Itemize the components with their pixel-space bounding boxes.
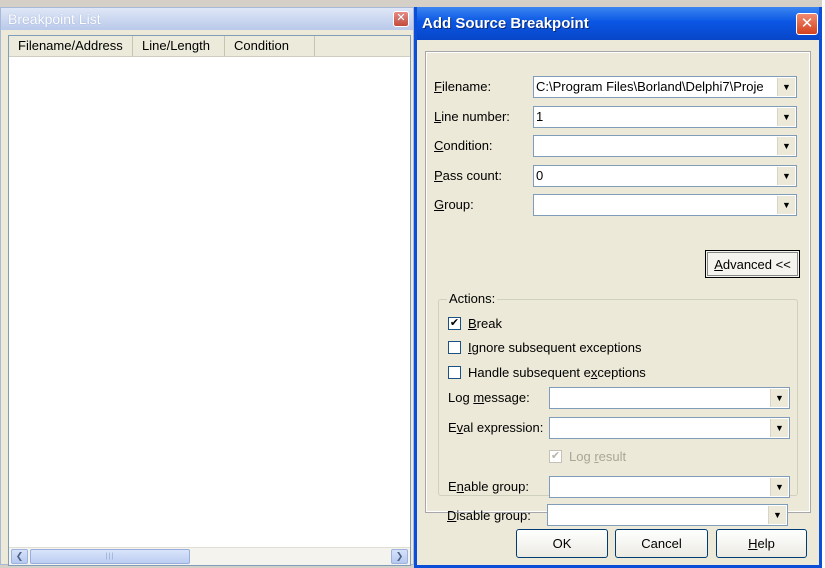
filename-combobox[interactable]: C:\Program Files\Borland\Delphi7\Proje ▼ [533, 76, 797, 98]
ignore-exceptions-label[interactable]: Ignore subsequent exceptions [468, 340, 641, 356]
log-result-checkbox[interactable]: ✔ [549, 450, 562, 463]
handle-exceptions-checkbox[interactable] [448, 366, 461, 379]
add-source-breakpoint-dialog: Add Source Breakpoint ✕ Filename: C:\Pro… [414, 7, 822, 568]
enable-group-label: Enable group: [448, 479, 529, 494]
cancel-button[interactable]: Cancel [615, 529, 708, 558]
chevron-right-icon: ❯ [395, 551, 404, 561]
column-header-line-length[interactable]: Line/Length [133, 36, 225, 56]
grip-icon: ||| [105, 553, 115, 560]
chevron-down-icon[interactable]: ▼ [777, 78, 795, 96]
disable-group-label: Disable group: [447, 508, 531, 523]
filename-label: Filename: [434, 79, 492, 94]
dialog-close-button[interactable]: ✕ [796, 13, 818, 35]
group-label: Group: [434, 197, 474, 212]
pass-count-label: Pass count: [434, 168, 502, 183]
chevron-down-icon[interactable]: ▼ [770, 478, 788, 496]
chevron-down-icon[interactable]: ▼ [768, 506, 786, 524]
ok-button[interactable]: OK [516, 529, 608, 558]
column-header-condition[interactable]: Condition [225, 36, 315, 56]
scroll-left-button[interactable]: ❮ [11, 549, 28, 564]
break-label[interactable]: Break [468, 316, 502, 332]
scroll-right-button[interactable]: ❯ [391, 549, 408, 564]
eval-expression-combobox[interactable]: ▼ [549, 417, 790, 439]
dialog-panel: Filename: C:\Program Files\Borland\Delph… [425, 51, 811, 523]
close-icon: ✕ [396, 12, 406, 24]
actions-groupbox: Actions: ✔ Break Ignore subsequent excep… [438, 291, 798, 498]
close-icon: ✕ [800, 15, 814, 32]
breakpoint-list-header: Filename/Address Line/Length Condition [9, 36, 410, 57]
advanced-button[interactable]: Advanced << [705, 250, 800, 278]
pass-count-value: 0 [536, 168, 544, 183]
handle-exceptions-label[interactable]: Handle subsequent exceptions [468, 365, 646, 381]
column-header-filename[interactable]: Filename/Address [9, 36, 133, 56]
dialog-body: Filename: C:\Program Files\Borland\Delph… [417, 40, 819, 565]
chevron-left-icon: ❮ [15, 551, 24, 561]
eval-expression-label: Eval expression: [448, 420, 544, 435]
breakpoint-list-titlebar[interactable]: Breakpoint List ✕ [1, 8, 413, 30]
line-number-value: 1 [536, 109, 544, 124]
ignore-exceptions-checkbox[interactable] [448, 341, 461, 354]
group-combobox[interactable]: ▼ [533, 194, 797, 216]
enable-group-combobox[interactable]: ▼ [549, 476, 790, 498]
chevron-down-icon[interactable]: ▼ [777, 137, 795, 155]
filename-value: C:\Program Files\Borland\Delphi7\Proje [536, 79, 764, 94]
scroll-thumb[interactable]: ||| [30, 549, 190, 564]
condition-combobox[interactable]: ▼ [533, 135, 797, 157]
chevron-down-icon[interactable]: ▼ [770, 419, 788, 437]
breakpoint-list-close-button[interactable]: ✕ [393, 11, 409, 27]
pass-count-combobox[interactable]: 0 ▼ [533, 165, 797, 187]
actions-legend: Actions: [447, 291, 498, 307]
line-number-label: Line number: [434, 109, 510, 124]
dialog-titlebar[interactable]: Add Source Breakpoint ✕ [417, 7, 819, 40]
chevron-down-icon[interactable]: ▼ [777, 108, 795, 126]
horizontal-scrollbar[interactable]: ❮ ||| ❯ [9, 547, 410, 565]
line-number-combobox[interactable]: 1 ▼ [533, 106, 797, 128]
breakpoint-list-window: Breakpoint List ✕ Filename/Address Line/… [0, 7, 414, 566]
log-message-combobox[interactable]: ▼ [549, 387, 790, 409]
chevron-down-icon[interactable]: ▼ [777, 196, 795, 214]
breakpoint-list-view[interactable]: Filename/Address Line/Length Condition ❮… [8, 35, 411, 566]
disable-group-combobox[interactable]: ▼ [547, 504, 788, 526]
condition-label: Condition: [434, 138, 493, 153]
log-message-label: Log message: [448, 390, 530, 405]
log-result-label[interactable]: Log result [569, 449, 626, 465]
break-checkbox[interactable]: ✔ [448, 317, 461, 330]
chevron-down-icon[interactable]: ▼ [777, 167, 795, 185]
chevron-down-icon[interactable]: ▼ [770, 389, 788, 407]
help-button[interactable]: Help [716, 529, 807, 558]
breakpoint-list-title: Breakpoint List [8, 11, 101, 27]
dialog-title: Add Source Breakpoint [422, 15, 589, 32]
